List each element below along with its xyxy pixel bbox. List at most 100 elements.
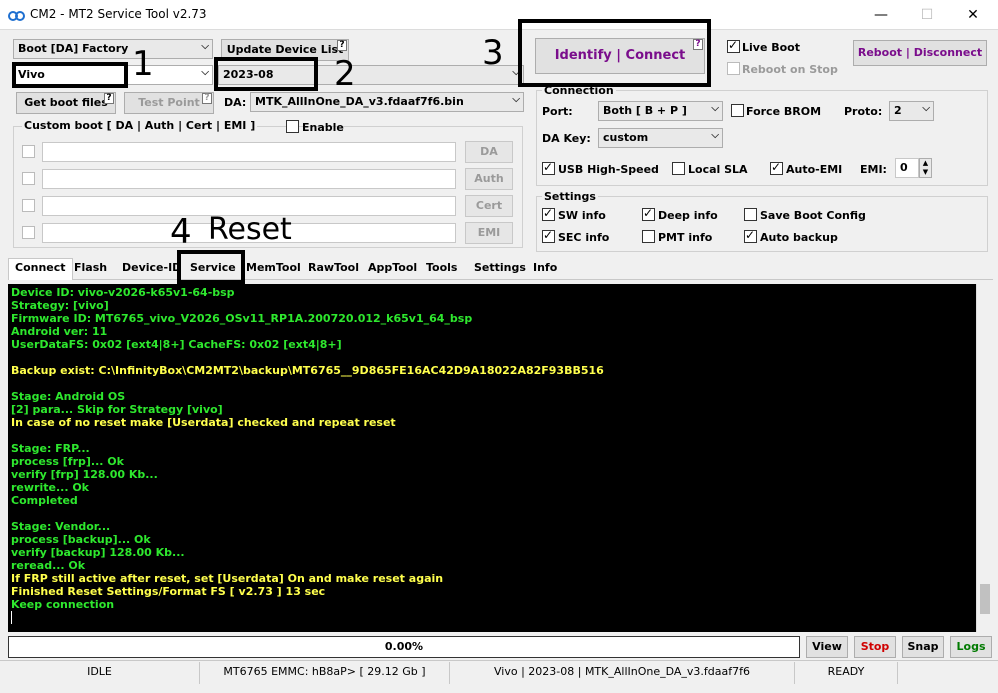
annotation-box-brand [12, 62, 128, 88]
reboot-on-stop-label: Reboot on Stop [742, 63, 838, 76]
da-key-label: DA Key: [542, 132, 591, 145]
local-sla-checkbox[interactable] [672, 162, 685, 175]
log-line: Completed [11, 494, 78, 507]
status-divider [0, 660, 998, 661]
log-line: Finished Reset Settings/Format FS [ v2.7… [11, 585, 326, 598]
chevron-down-icon: ⌵ [711, 130, 719, 141]
annotation-reset-text: Reset [208, 212, 292, 247]
scrollbar-thumb[interactable] [980, 584, 990, 614]
progress-bar: 0.00% [8, 636, 800, 658]
stepper-up-icon[interactable]: ▲ [920, 159, 931, 168]
da-file-value: MTK_AllInOne_DA_v3.fdaaf7f6.bin [255, 95, 464, 108]
log-console[interactable]: Device ID: vivo-v2026-k65v1-64-bsp Strate… [8, 284, 976, 632]
proto-select[interactable]: 2 ⌵ [889, 101, 934, 121]
pmt-info-label: PMT info [658, 231, 713, 244]
log-line: Stage: Android OS [11, 390, 126, 403]
test-point-label: Test Point [138, 96, 200, 109]
log-line: If FRP still active after reset, set [Us… [11, 572, 444, 585]
help-icon[interactable]: ? [337, 40, 347, 51]
log-line: verify [backup] 128.00 Kb... [11, 546, 185, 559]
status-storage: MT6765 EMMC: hB8aP> [ 29.12 Gb ] [200, 662, 450, 684]
app-logo-icon [8, 11, 25, 21]
tab-settings[interactable]: Settings [468, 259, 532, 279]
tab-info[interactable]: Info [527, 259, 563, 279]
port-value: Both [ B + P ] [603, 104, 687, 117]
log-line: Device ID: vivo-v2026-k65v1-64-bsp [11, 286, 235, 299]
help-icon[interactable]: ? [202, 93, 212, 104]
custom-cert-button[interactable]: Cert [465, 195, 513, 217]
da-key-select[interactable]: custom ⌵ [598, 128, 723, 148]
custom-emi-button[interactable]: EMI [465, 222, 513, 244]
snap-button[interactable]: Snap [902, 636, 944, 658]
usb-high-speed-checkbox[interactable]: ✓ [542, 160, 555, 175]
save-boot-config-checkbox[interactable] [744, 208, 757, 221]
logs-button[interactable]: Logs [950, 636, 992, 658]
tab-connect[interactable]: Connect [8, 258, 73, 280]
log-line: Strategy: [vivo] [11, 299, 109, 312]
custom-auth-path-input[interactable] [42, 169, 456, 189]
sw-info-checkbox[interactable]: ✓ [542, 206, 555, 221]
tab-apptool[interactable]: AppTool [362, 259, 423, 279]
log-line: [2] para... Skip for Strategy [vivo] [11, 403, 223, 416]
reboot-on-stop-checkbox[interactable] [727, 62, 740, 75]
emi-stepper-input[interactable]: 0 [895, 158, 919, 178]
auto-backup-checkbox[interactable]: ✓ [744, 228, 757, 243]
deep-info-checkbox[interactable]: ✓ [642, 206, 655, 221]
custom-cert-checkbox[interactable] [22, 199, 35, 212]
live-boot-checkbox[interactable]: ✓ [727, 38, 740, 53]
custom-emi-checkbox[interactable] [22, 226, 35, 239]
boot-mode-select[interactable]: Boot [DA] Factory ⌵ [13, 39, 213, 59]
deep-info-label: Deep info [658, 209, 718, 222]
sec-info-checkbox[interactable]: ✓ [542, 228, 555, 243]
update-device-list-label: Update Device List [226, 43, 344, 56]
custom-da-checkbox[interactable] [22, 145, 35, 158]
annotation-box-service [177, 250, 245, 284]
settings-title: Settings [542, 190, 598, 203]
sw-info-label: SW info [558, 209, 606, 222]
annotation-4: 4 [170, 212, 192, 252]
log-line: In case of no reset make [Userdata] chec… [11, 416, 396, 429]
pmt-info-checkbox[interactable] [642, 230, 655, 243]
stepper-down-icon[interactable]: ▼ [920, 168, 931, 177]
close-button[interactable]: ✕ [950, 0, 996, 30]
log-line: Stage: FRP... [11, 442, 90, 455]
minimize-button[interactable]: — [858, 0, 904, 30]
reboot-disconnect-button[interactable]: Reboot | Disconnect [853, 40, 987, 66]
test-point-button[interactable]: Test Point ? [124, 92, 214, 114]
auto-emi-label: Auto-EMI [786, 163, 843, 176]
auto-emi-checkbox[interactable]: ✓ [770, 160, 783, 175]
force-brom-label: Force BROM [746, 105, 822, 118]
custom-auth-button[interactable]: Auth [465, 168, 513, 190]
maximize-button[interactable]: ☐ [904, 0, 950, 30]
view-button[interactable]: View [806, 636, 848, 658]
get-boot-files-button[interactable]: Get boot files ? [16, 92, 116, 114]
custom-da-path-input[interactable] [42, 142, 456, 162]
tab-rawtool[interactable]: RawTool [302, 259, 365, 279]
tab-memtool[interactable]: MemTool [240, 259, 307, 279]
log-line: verify [frp] 128.00 Kb... [11, 468, 158, 481]
emi-stepper-arrows[interactable]: ▲ ▼ [919, 158, 932, 178]
log-line: Backup exist: C:\InfinityBox\CM2MT2\back… [11, 364, 604, 377]
custom-auth-checkbox[interactable] [22, 172, 35, 185]
force-brom-checkbox[interactable] [731, 104, 744, 117]
log-line: UserDataFS: 0x02 [ext4|8+] CacheFS: 0x02… [11, 338, 342, 351]
tab-flash[interactable]: Flash [68, 259, 113, 279]
annotation-3: 3 [482, 33, 504, 73]
title-bar: CM2 - MT2 Service Tool v2.73 — ☐ ✕ [0, 0, 998, 30]
status-state: IDLE [0, 662, 200, 684]
emi-label: EMI: [860, 163, 887, 176]
tab-strip-divider [8, 279, 993, 280]
chevron-down-icon: ⌵ [201, 41, 209, 52]
tab-tools[interactable]: Tools [420, 259, 463, 279]
enable-checkbox[interactable] [286, 120, 299, 133]
custom-da-button[interactable]: DA [465, 141, 513, 163]
sec-info-label: SEC info [558, 231, 610, 244]
port-select[interactable]: Both [ B + P ] ⌵ [598, 101, 723, 121]
da-file-select[interactable]: MTK_AllInOne_DA_v3.fdaaf7f6.bin ⌵ [250, 92, 524, 112]
help-icon[interactable]: ? [104, 93, 114, 104]
log-scrollbar[interactable] [976, 284, 993, 632]
usb-high-speed-label: USB High-Speed [558, 163, 659, 176]
stop-button[interactable]: Stop [854, 636, 896, 658]
